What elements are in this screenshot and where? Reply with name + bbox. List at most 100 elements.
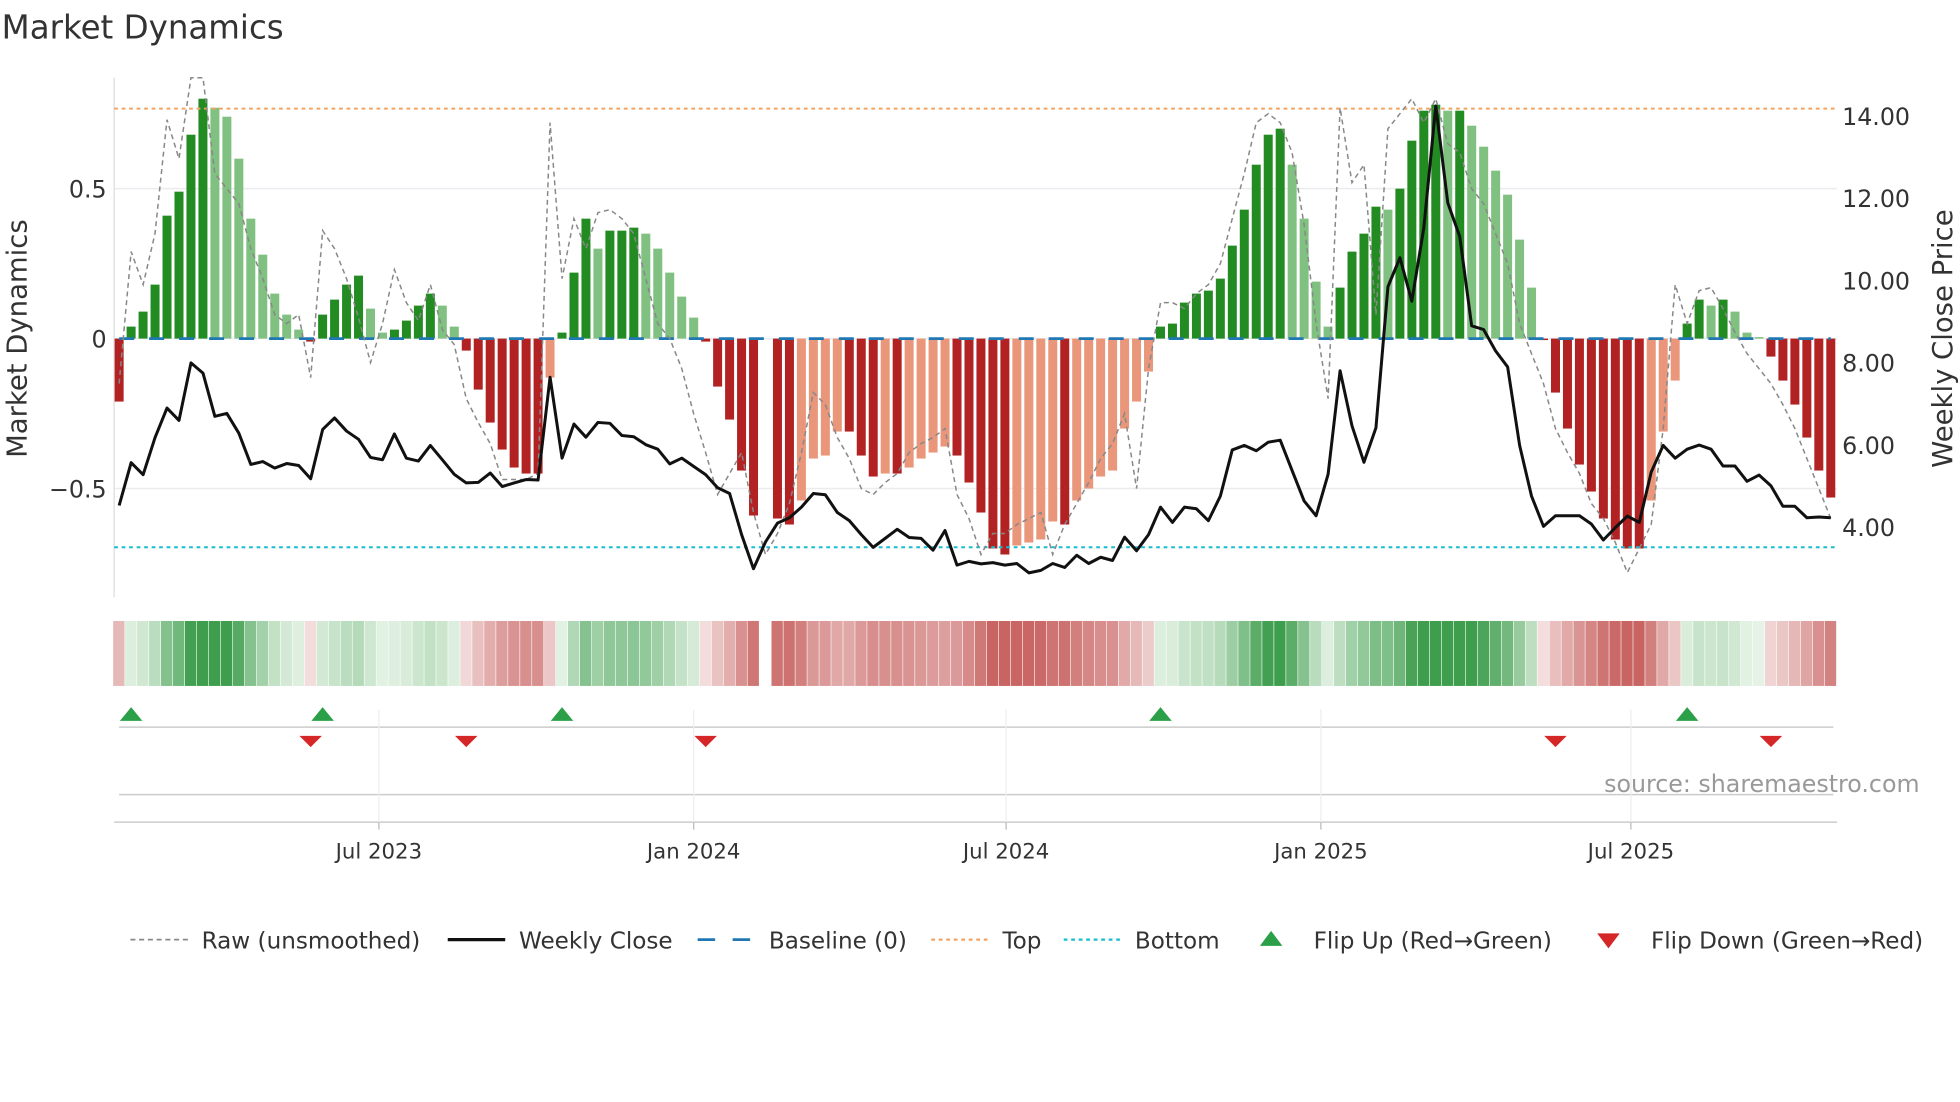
heat-cell: [496, 620, 508, 686]
heat-cell: [1094, 620, 1107, 686]
heat-cell: [1429, 620, 1442, 686]
heat-cell: [663, 620, 676, 686]
heat-cell: [256, 620, 269, 686]
heat-cell: [915, 620, 927, 686]
dynamics-bar: [366, 308, 375, 339]
flip-down-marker: [1544, 735, 1567, 748]
dynamics-bar: [1754, 337, 1764, 339]
heat-cell: [1800, 620, 1813, 686]
legend-flip-down-icon: [1597, 933, 1620, 949]
x-tick-label: Jul 2024: [961, 839, 1049, 864]
heat-cell: [1645, 620, 1657, 686]
dynamics-bar: [1239, 209, 1249, 339]
legend-label-flip-up: Flip Up (Red→Green): [1314, 928, 1552, 954]
legend-label-bottom: Bottom: [1135, 928, 1220, 954]
heat-cell: [1310, 620, 1322, 686]
right-tick-label: 12.00: [1842, 185, 1910, 213]
heat-cell: [1202, 620, 1214, 686]
heat-cell: [1561, 620, 1573, 686]
dynamics-bar: [186, 134, 196, 339]
heat-cell: [1717, 620, 1729, 686]
dynamics-bar: [581, 218, 591, 339]
heat-cell: [867, 620, 879, 686]
heat-cell: [208, 620, 221, 686]
dynamics-bar: [1215, 278, 1225, 339]
heat-cell: [962, 620, 975, 686]
dynamics-bar: [1790, 338, 1800, 405]
dynamics-bar: [437, 305, 447, 339]
dynamics-bar: [1287, 164, 1297, 339]
dynamics-bar: [1036, 338, 1046, 540]
heat-cell: [591, 620, 604, 686]
heat-cell: [352, 620, 364, 686]
dynamics-bar: [1359, 233, 1369, 339]
heat-cell: [1226, 620, 1238, 686]
heat-cell: [1369, 620, 1382, 686]
heat-cell: [149, 620, 161, 686]
heat-cell: [998, 620, 1011, 686]
dynamics-bar: [449, 326, 459, 339]
heat-cell: [1621, 620, 1633, 686]
heat-cell: [268, 620, 281, 686]
heat-cell: [1178, 620, 1190, 686]
heat-cell: [340, 620, 352, 686]
heat-cell: [1190, 620, 1202, 686]
right-tick-label: 10.00: [1842, 267, 1910, 295]
dynamics-bar: [1562, 338, 1572, 429]
heat-cell: [699, 620, 712, 686]
dynamics-bar: [1586, 338, 1596, 492]
dynamics-bar: [1598, 338, 1608, 519]
dynamics-bar: [342, 284, 352, 339]
dynamics-bar: [1275, 128, 1285, 339]
dynamics-bar: [1000, 338, 1010, 555]
heat-cell: [1106, 620, 1118, 686]
chart-title: Market Dynamics: [2, 9, 284, 47]
heat-cell: [807, 620, 819, 686]
dynamics-bar: [1718, 299, 1728, 339]
left-tick-label: 0.5: [69, 175, 107, 203]
dynamics-bar: [952, 338, 962, 456]
heat-cell: [508, 620, 520, 686]
dynamics-bar: [1132, 338, 1142, 402]
heat-cell: [316, 620, 329, 686]
dynamics-bar: [1203, 290, 1213, 339]
heat-cell: [687, 620, 700, 686]
heat-cell: [1022, 620, 1035, 686]
dynamics-bar: [868, 338, 878, 477]
dynamics-bar: [653, 248, 663, 339]
dynamics-bars: [114, 98, 1836, 555]
dynamics-bar: [976, 338, 986, 513]
heat-cell: [1764, 620, 1777, 686]
right-axis-label: Weekly Close Price: [1927, 209, 1959, 467]
flip-up-marker: [1675, 707, 1699, 721]
heat-cell: [891, 620, 903, 686]
heat-cell: [1741, 620, 1753, 686]
right-tick-label: 4.00: [1842, 514, 1895, 542]
heat-cell: [951, 620, 963, 686]
dynamics-bar: [1167, 323, 1177, 339]
flip-up-marker: [550, 707, 574, 721]
heat-cell: [735, 620, 747, 686]
heat-cell: [400, 620, 412, 686]
dynamics-bar: [665, 272, 675, 339]
heat-cell: [1441, 620, 1454, 686]
dynamics-bar: [689, 317, 699, 339]
right-tick-label: 8.00: [1842, 350, 1895, 378]
dynamics-bar: [150, 284, 160, 339]
dynamics-bar: [1515, 239, 1525, 339]
dynamics-bar: [964, 338, 974, 483]
dynamics-bar: [832, 338, 842, 432]
heat-cell: [1573, 620, 1585, 686]
dynamics-bar: [222, 116, 232, 339]
heat-cell: [1585, 620, 1597, 686]
dynamics-bar: [1024, 338, 1034, 543]
heat-cell: [1597, 620, 1609, 686]
heat-cell: [1633, 620, 1645, 686]
heat-cell: [1501, 620, 1513, 686]
legend-label-flip-down: Flip Down (Green→Red): [1651, 928, 1923, 954]
heat-cell: [460, 620, 472, 686]
flip-up-marker: [119, 707, 143, 721]
heat-cell: [1058, 620, 1071, 686]
heat-cell: [1322, 620, 1334, 686]
dynamics-bar: [270, 293, 280, 339]
